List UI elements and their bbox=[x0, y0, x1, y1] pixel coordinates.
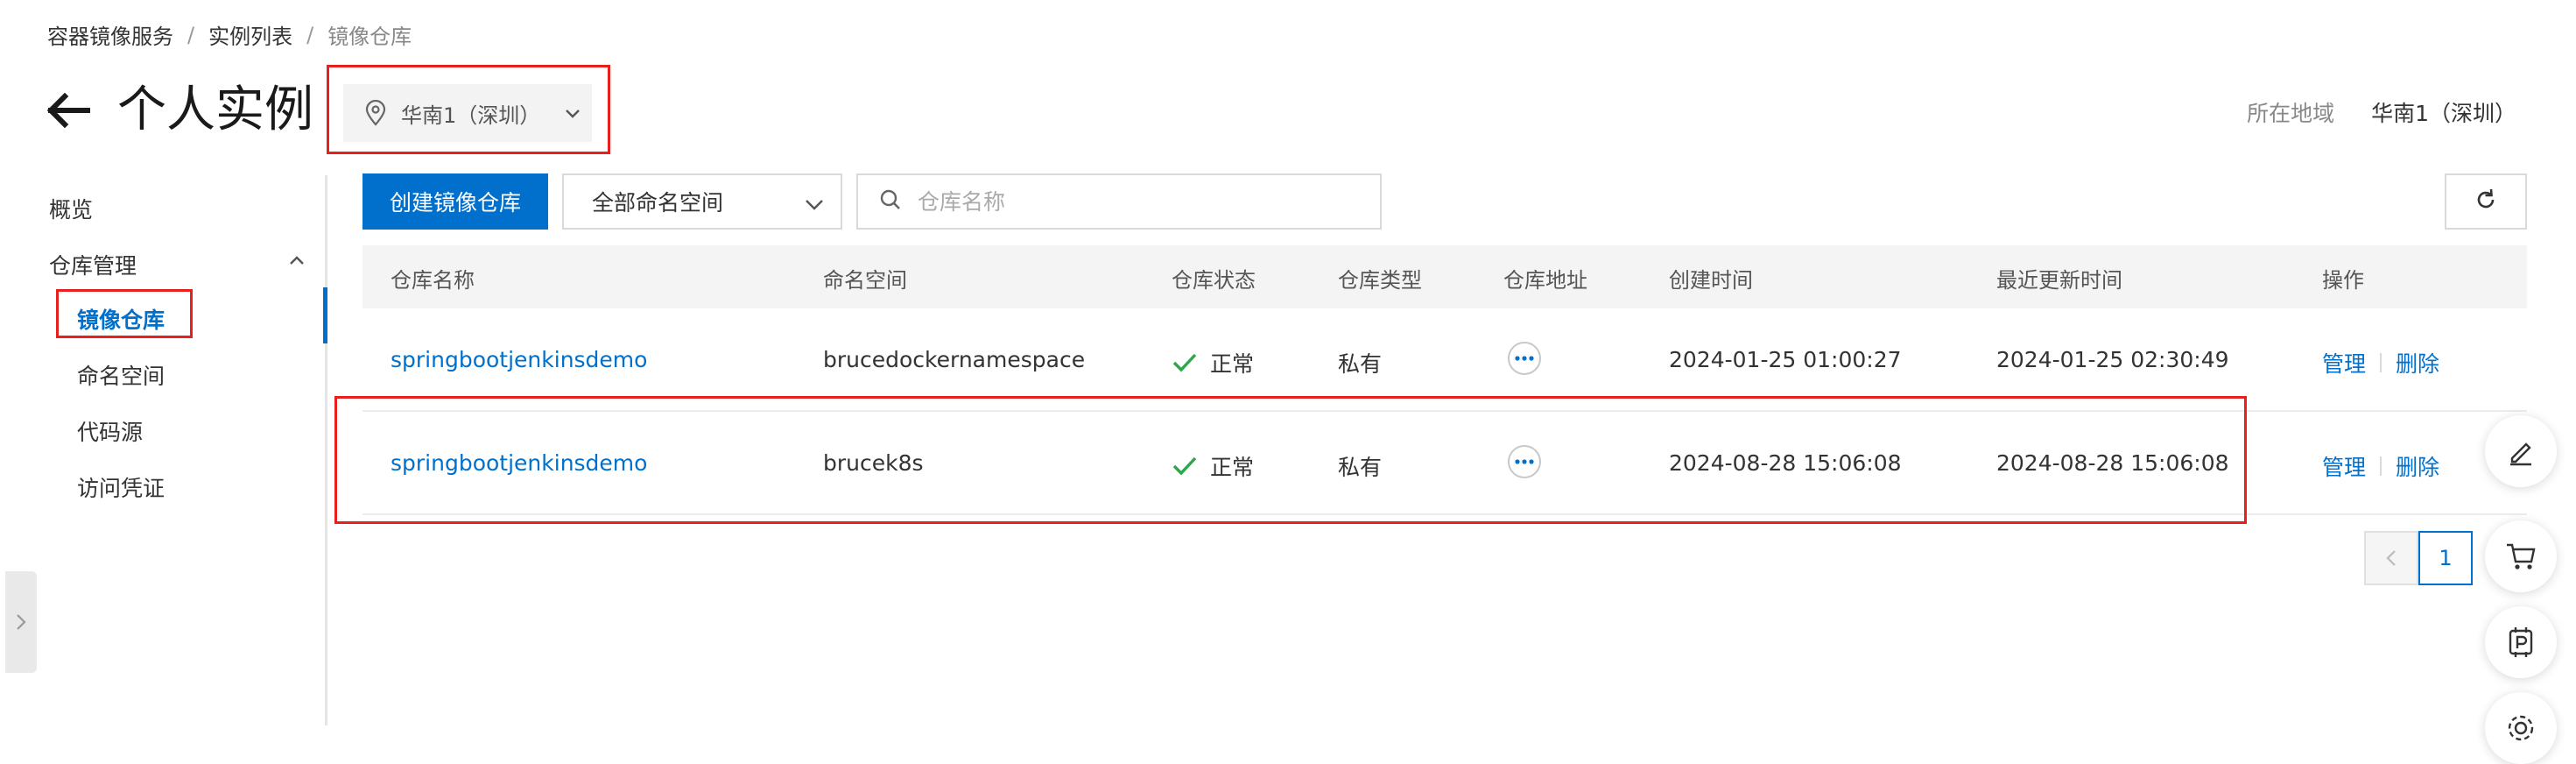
settings-icon[interactable] bbox=[2485, 692, 2557, 764]
highlight-table-row bbox=[334, 396, 2247, 524]
breadcrumb: 容器镜像服务 / 实例列表 / 镜像仓库 bbox=[47, 19, 412, 50]
sidebar-expand-toggle[interactable] bbox=[5, 571, 37, 673]
namespace-filter-value: 全部命名空间 bbox=[592, 190, 724, 216]
create-repo-button[interactable]: 创建镜像仓库 bbox=[362, 173, 548, 230]
chevron-down-icon bbox=[804, 194, 825, 215]
repo-status-text: 正常 bbox=[1210, 351, 1255, 377]
repo-updated-time: 2024-01-25 02:30:49 bbox=[1996, 347, 2229, 372]
manage-link[interactable]: 管理 bbox=[2322, 347, 2366, 378]
breadcrumb-separator: / bbox=[306, 22, 314, 47]
sidebar-item-namespace[interactable]: 命名空间 bbox=[77, 359, 165, 391]
repo-type: 私有 bbox=[1338, 351, 1383, 377]
sidebar-group-repo-management[interactable]: 仓库管理 bbox=[49, 249, 137, 280]
repo-status: 正常 bbox=[1172, 347, 1254, 378]
row-actions: 管理 删除 bbox=[2322, 347, 2439, 378]
chevron-left-icon bbox=[2386, 550, 2396, 566]
edit-icon[interactable] bbox=[2485, 415, 2557, 487]
sidebar-item-overview[interactable]: 概览 bbox=[49, 193, 93, 224]
more-dots-icon[interactable] bbox=[1508, 342, 1541, 375]
chevron-right-icon bbox=[17, 614, 26, 630]
repo-name-link[interactable]: springbootjenkinsdemo bbox=[391, 347, 647, 372]
cart-icon[interactable] bbox=[2485, 520, 2557, 592]
table-header bbox=[362, 245, 2527, 308]
column-header-created: 创建时间 bbox=[1669, 268, 1753, 293]
delete-link[interactable]: 删除 bbox=[2396, 347, 2439, 378]
action-divider bbox=[2380, 456, 2382, 476]
column-header-type: 仓库类型 bbox=[1338, 268, 1422, 293]
breadcrumb-item-service[interactable]: 容器镜像服务 bbox=[47, 19, 173, 50]
breadcrumb-separator: / bbox=[187, 22, 195, 47]
chevron-up-icon[interactable] bbox=[287, 251, 306, 270]
search-icon bbox=[879, 188, 902, 215]
action-divider bbox=[2380, 353, 2382, 372]
namespace-filter-select[interactable]: 全部命名空间 bbox=[562, 173, 842, 230]
repo-namespace: brucedockernamespace bbox=[823, 347, 1086, 372]
refresh-button[interactable] bbox=[2445, 173, 2527, 230]
highlight-region-select bbox=[327, 65, 610, 154]
row-actions: 管理 删除 bbox=[2322, 450, 2439, 482]
column-header-namespace: 命名空间 bbox=[823, 268, 907, 293]
refresh-icon bbox=[2474, 187, 2498, 216]
column-header-updated: 最近更新时间 bbox=[1996, 268, 2122, 293]
repo-created-time: 2024-01-25 01:00:27 bbox=[1669, 347, 1902, 372]
region-info-value: 华南1（深圳） bbox=[2371, 101, 2516, 126]
back-arrow-icon[interactable] bbox=[44, 86, 93, 135]
region-info: 所在地域 华南1（深圳） bbox=[2247, 96, 2516, 128]
region-info-label: 所在地域 bbox=[2247, 101, 2335, 126]
breadcrumb-item-current: 镜像仓库 bbox=[327, 25, 412, 49]
sidebar-item-code-source[interactable]: 代码源 bbox=[77, 415, 143, 447]
check-icon bbox=[1172, 353, 1197, 372]
pagination-page-1[interactable]: 1 bbox=[2418, 531, 2473, 585]
pagination-prev-button[interactable] bbox=[2364, 531, 2418, 585]
column-header-status: 仓库状态 bbox=[1172, 268, 1256, 293]
search-input[interactable] bbox=[918, 188, 1355, 215]
column-header-name: 仓库名称 bbox=[391, 268, 475, 293]
sidebar-active-indicator bbox=[323, 287, 327, 343]
column-header-address: 仓库地址 bbox=[1503, 268, 1587, 293]
manage-link[interactable]: 管理 bbox=[2322, 450, 2366, 482]
parking-icon[interactable] bbox=[2485, 606, 2557, 678]
search-box bbox=[856, 173, 1382, 230]
highlight-sidebar-item bbox=[56, 289, 193, 338]
column-header-actions: 操作 bbox=[2322, 268, 2364, 293]
breadcrumb-item-instances[interactable]: 实例列表 bbox=[208, 19, 292, 50]
sidebar-item-access-credential[interactable]: 访问凭证 bbox=[77, 471, 165, 503]
delete-link[interactable]: 删除 bbox=[2396, 450, 2439, 482]
page-title: 个人实例 bbox=[117, 81, 313, 138]
